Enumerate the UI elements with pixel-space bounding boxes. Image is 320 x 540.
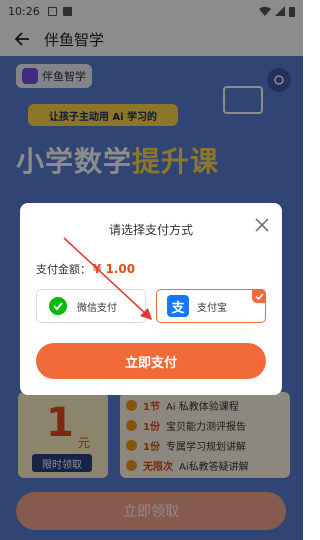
amount-label: 支付金额：	[36, 263, 91, 276]
payment-dialog: 请选择支付方式 支付金额： ¥ 1.00 微信支付 支 支付宝 立即支付	[20, 203, 282, 395]
dialog-title: 请选择支付方式	[108, 223, 193, 237]
close-button[interactable]	[252, 215, 272, 235]
pay-now-button[interactable]: 立即支付	[36, 343, 266, 379]
amount-value: ¥ 1.00	[93, 262, 136, 276]
alipay-label: 支付宝	[197, 302, 227, 314]
close-icon	[255, 218, 269, 232]
alipay-option[interactable]: 支 支付宝	[156, 289, 266, 323]
amount-row: 支付金额： ¥ 1.00	[36, 261, 135, 277]
selected-check-icon	[252, 289, 266, 303]
alipay-icon: 支	[167, 295, 189, 317]
wechat-pay-label: 微信支付	[77, 302, 117, 314]
wechat-icon	[47, 295, 69, 317]
wechat-pay-option[interactable]: 微信支付	[36, 289, 146, 323]
